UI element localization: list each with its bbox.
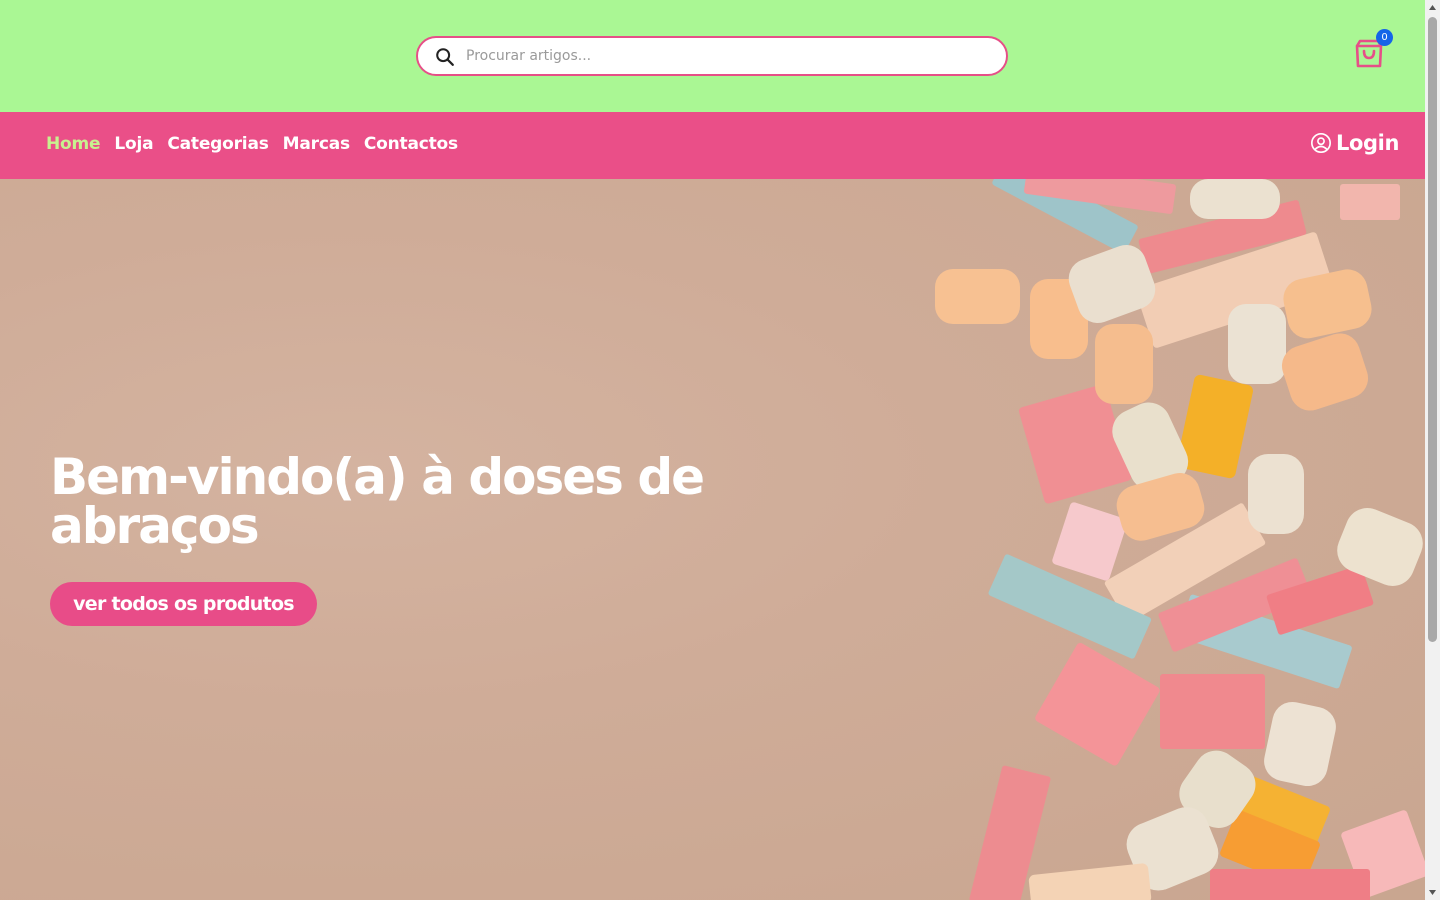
login-link[interactable]: Login (1310, 131, 1399, 155)
search-input[interactable] (466, 44, 986, 68)
nav-link-contactos[interactable]: Contactos (364, 134, 458, 154)
hero-banner: Bem-vindo(a) à doses de abraços ver todo… (0, 179, 1425, 900)
page-scrollbar[interactable] (1425, 0, 1440, 900)
cart-count-badge: 0 (1376, 29, 1393, 46)
main-nav: Home Loja Categorias Marcas Contactos Lo… (0, 112, 1425, 179)
nav-links: Home Loja Categorias Marcas Contactos (46, 134, 458, 154)
nav-link-categorias[interactable]: Categorias (167, 134, 268, 154)
page: 0 Home Loja Categorias Marcas Contactos … (0, 0, 1425, 900)
scroll-up-arrow-icon[interactable] (1428, 3, 1437, 12)
nav-link-marcas[interactable]: Marcas (283, 134, 350, 154)
login-label[interactable]: Login (1336, 131, 1399, 155)
top-bar: 0 (0, 0, 1425, 112)
hero-title: Bem-vindo(a) à doses de abraços (50, 448, 705, 555)
nav-link-home[interactable]: Home (46, 134, 101, 154)
search-icon[interactable] (434, 46, 456, 68)
user-circle-icon (1311, 133, 1331, 153)
view-all-products-button[interactable]: ver todos os produtos (50, 582, 317, 626)
cart-button[interactable]: 0 (1349, 29, 1393, 73)
scrollbar-thumb[interactable] (1428, 17, 1437, 642)
nav-link-loja[interactable]: Loja (114, 134, 153, 154)
search-bar[interactable] (416, 36, 1008, 76)
scroll-down-arrow-icon[interactable] (1428, 888, 1437, 897)
